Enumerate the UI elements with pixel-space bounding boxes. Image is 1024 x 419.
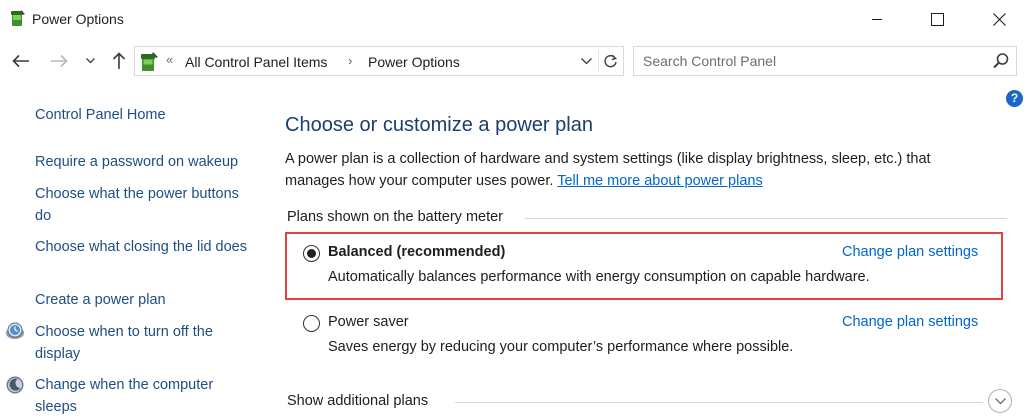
recent-chevron-icon — [85, 58, 95, 64]
sidebar-item-closing-lid[interactable]: Choose what closing the lid does — [35, 236, 255, 258]
plan-power-saver-name[interactable]: Power saver — [328, 314, 409, 330]
help-icon[interactable]: ? — [1006, 90, 1023, 107]
chevron-down-icon — [994, 397, 1006, 404]
show-additional-plans[interactable]: Show additional plans — [287, 393, 428, 409]
group-label: Plans shown on the battery meter — [287, 209, 512, 225]
learn-more-link[interactable]: Tell me more about power plans — [557, 173, 763, 189]
search-box[interactable] — [633, 46, 1017, 76]
breadcrumb-power-options[interactable]: Power Options — [368, 54, 460, 70]
up-button[interactable] — [106, 50, 132, 72]
address-history-button[interactable] — [576, 50, 596, 72]
refresh-button[interactable] — [598, 50, 622, 72]
recent-locations-button[interactable] — [82, 50, 98, 72]
maximize-button[interactable] — [914, 0, 960, 38]
divider — [455, 402, 983, 403]
forward-button[interactable] — [46, 50, 72, 72]
close-button[interactable] — [976, 0, 1022, 38]
search-input[interactable] — [635, 48, 985, 74]
selected-plan-highlight — [285, 232, 1003, 300]
display-timer-icon — [6, 322, 24, 339]
sidebar-item-control-panel-home[interactable]: Control Panel Home — [35, 104, 255, 126]
breadcrumb-prefix[interactable]: « — [166, 52, 173, 67]
plan-power-saver-change-link[interactable]: Change plan settings — [842, 314, 978, 330]
sidebar-item-sleep[interactable]: Change when the computer sleeps — [35, 374, 255, 418]
intro-text: A power plan is a collection of hardware… — [285, 148, 985, 192]
title-bar: Power Options — [0, 0, 1024, 38]
breadcrumb-separator[interactable]: › — [348, 53, 352, 68]
sidebar-item-power-buttons[interactable]: Choose what the power buttons do — [35, 183, 255, 227]
forward-arrow-icon — [51, 54, 68, 68]
up-arrow-icon — [112, 52, 126, 69]
plan-power-saver-radio[interactable] — [303, 315, 320, 332]
page-title: Choose or customize a power plan — [285, 114, 593, 136]
power-options-icon — [141, 52, 158, 71]
sleep-moon-icon — [6, 376, 24, 394]
navigation-bar: « All Control Panel Items › Power Option… — [0, 42, 1024, 80]
expand-plans-button[interactable] — [988, 389, 1012, 413]
address-bar[interactable]: « All Control Panel Items › Power Option… — [134, 46, 624, 76]
window-title: Power Options — [32, 11, 124, 27]
plan-balanced-description: Automatically balances performance with … — [328, 269, 870, 285]
breadcrumb-all-items[interactable]: All Control Panel Items — [185, 54, 327, 70]
plan-balanced-change-link[interactable]: Change plan settings — [842, 244, 978, 260]
plan-power-saver-description: Saves energy by reducing your computer’s… — [328, 339, 794, 355]
minimize-button[interactable] — [854, 0, 900, 38]
search-icon[interactable] — [992, 52, 1010, 70]
plan-balanced-radio[interactable] — [303, 245, 320, 262]
maximize-icon — [930, 12, 944, 26]
plan-balanced-name[interactable]: Balanced (recommended) — [328, 244, 505, 260]
sidebar-item-create-plan[interactable]: Create a power plan — [35, 289, 255, 311]
divider — [525, 218, 1007, 219]
refresh-icon — [604, 54, 617, 67]
sidebar-item-display-off[interactable]: Choose when to turn off the display — [35, 321, 255, 365]
power-options-icon — [11, 10, 25, 26]
back-button[interactable] — [8, 50, 34, 72]
sidebar-item-require-password[interactable]: Require a password on wakeup — [35, 151, 255, 173]
close-icon — [992, 12, 1006, 26]
minimize-icon — [872, 19, 882, 20]
back-arrow-icon — [12, 54, 29, 68]
chevron-down-icon — [580, 57, 592, 64]
